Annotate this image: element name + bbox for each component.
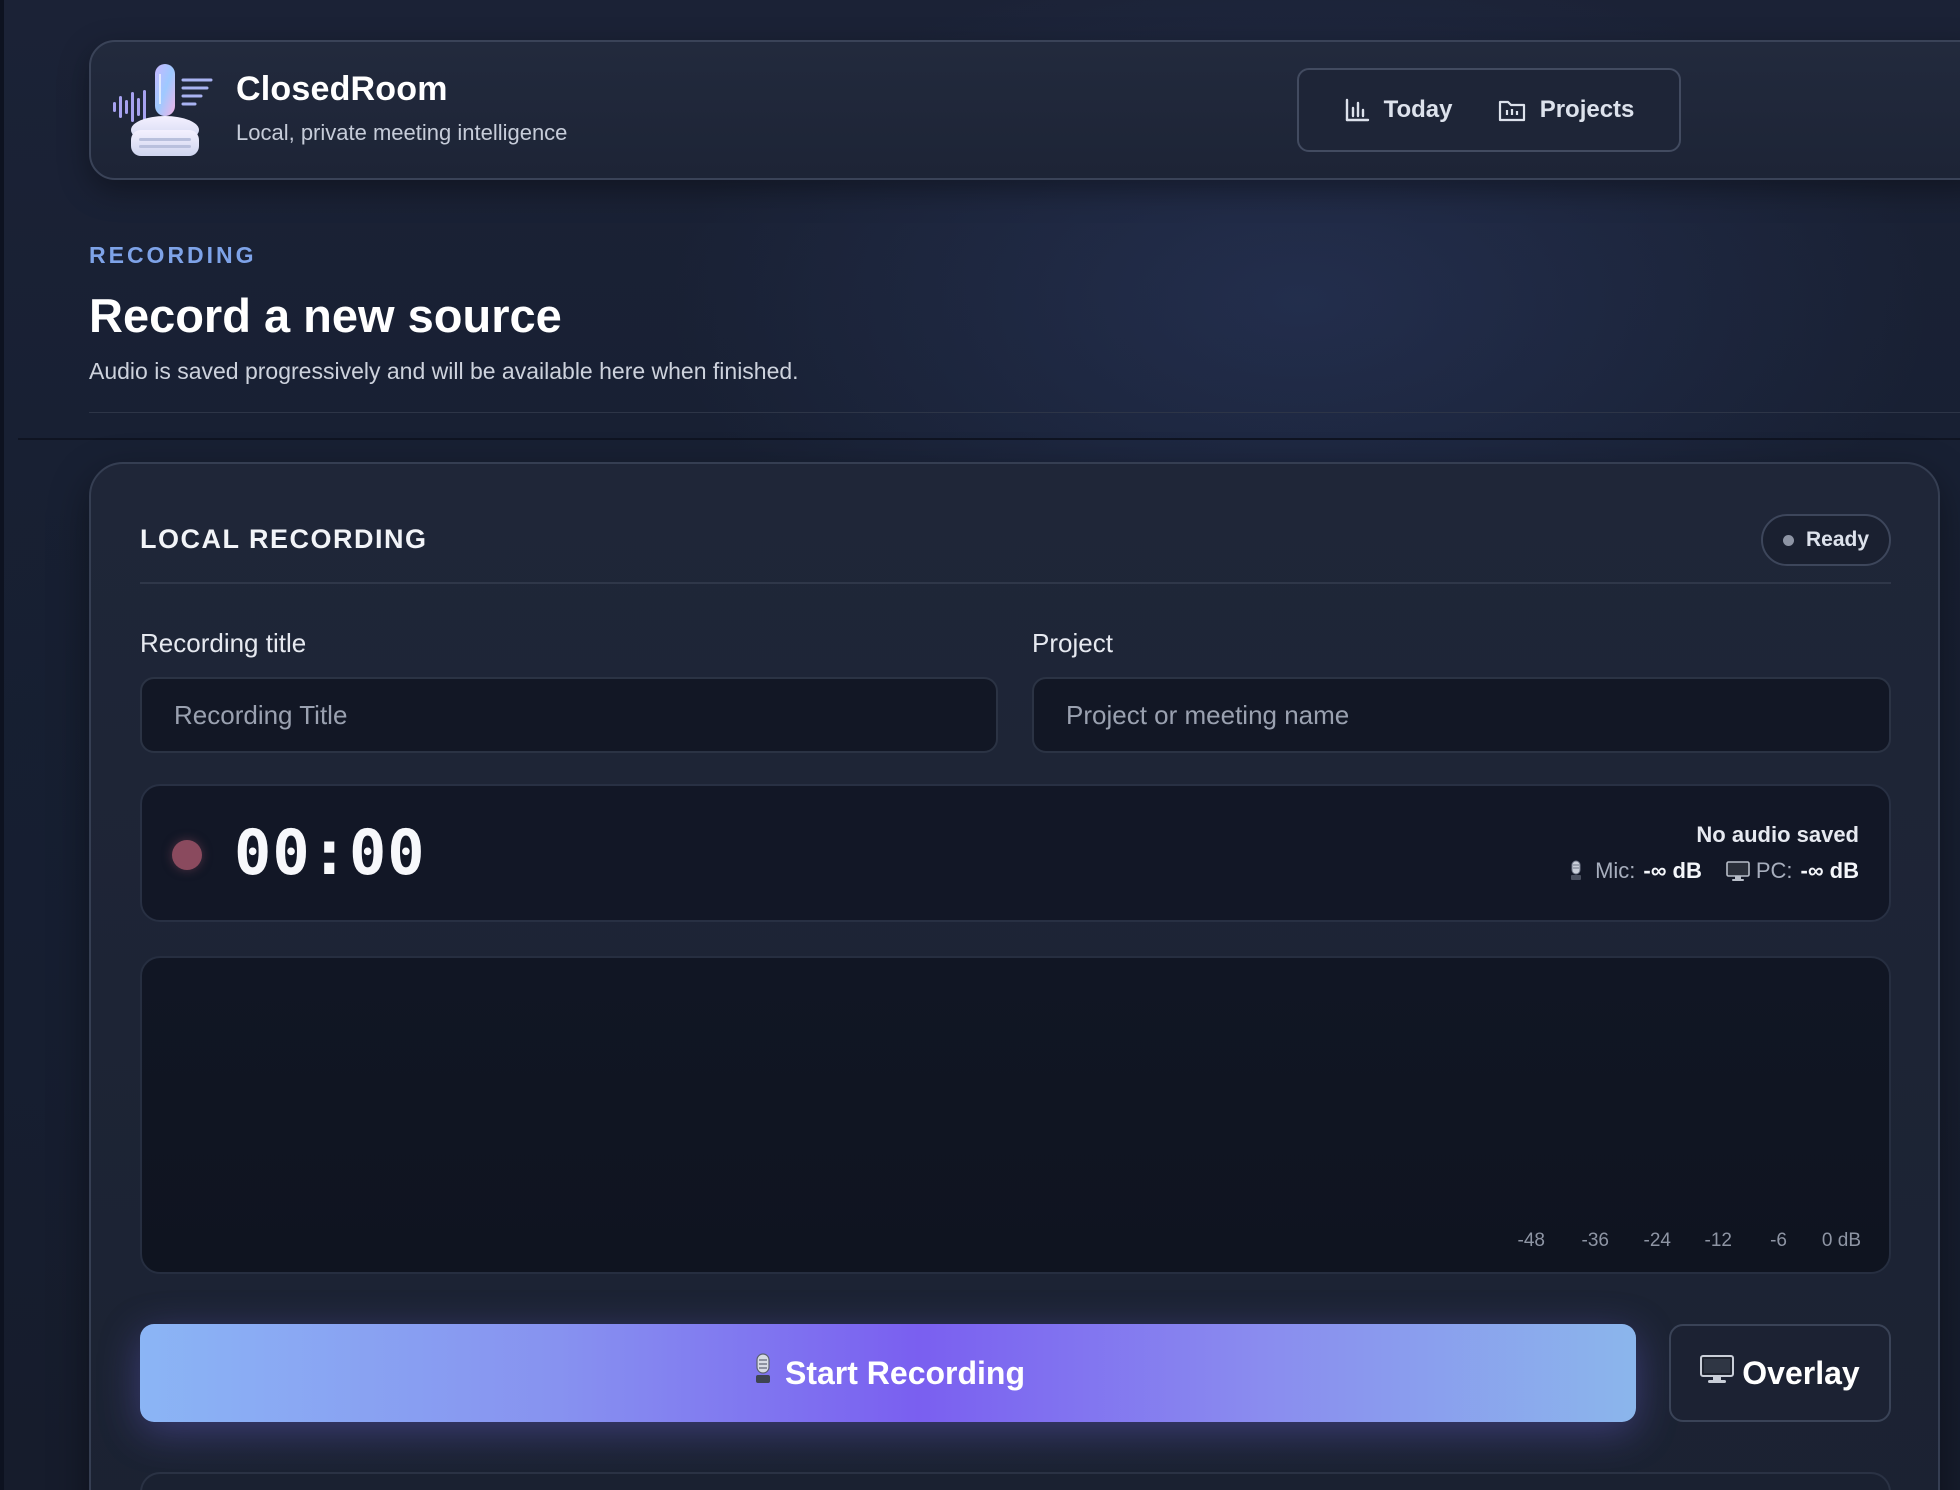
local-recording-card: LOCAL RECORDING Ready Recording title Pr… <box>89 462 1940 1490</box>
microphone-icon <box>751 1353 775 1393</box>
page-subtitle: Audio is saved progressively and will be… <box>89 358 799 384</box>
page-title: Record a new source <box>89 289 562 342</box>
project-label: Project <box>1032 628 1113 658</box>
app-tagline: Local, private meeting intelligence <box>236 120 568 145</box>
elapsed-timer: 00:00 <box>234 816 426 889</box>
microphone-logo-icon <box>113 62 233 162</box>
mic-level-label: Mic: <box>1595 858 1636 883</box>
level-meter-panel: -48 -36 -24 -12 -6 0 dB <box>140 956 1891 1274</box>
timer-panel: 00:00 No audio saved Mic: -∞ dB PC: -∞ d… <box>140 784 1891 922</box>
status-dot-icon <box>1782 534 1794 546</box>
recording-indicator-icon <box>172 840 202 870</box>
status-text: Ready <box>1805 528 1870 551</box>
recording-title-label: Recording title <box>140 628 307 658</box>
pc-level-value: -∞ dB <box>1800 858 1859 883</box>
heading-divider <box>89 412 1960 413</box>
nav-projects-label: Projects <box>1539 96 1635 123</box>
section-divider <box>18 438 1960 440</box>
status-badge: Ready <box>1761 514 1891 566</box>
db-scale-tick: 0 dB <box>1821 1230 1861 1251</box>
db-scale-tick: -48 <box>1517 1230 1545 1251</box>
next-section-panel <box>140 1472 1891 1490</box>
pc-level-label: PC: <box>1755 858 1793 883</box>
db-scale-tick: -12 <box>1704 1230 1732 1251</box>
nav-today[interactable]: Today <box>1344 96 1453 124</box>
monitor-icon <box>1700 1354 1735 1392</box>
bar-chart-icon <box>1344 97 1370 123</box>
project-input[interactable] <box>1032 677 1891 753</box>
db-scale-tick: -24 <box>1643 1230 1671 1251</box>
app-header: ClosedRoom Local, private meeting intell… <box>89 40 1960 180</box>
mic-level-value: -∞ dB <box>1643 858 1702 883</box>
card-title: LOCAL RECORDING <box>140 524 428 554</box>
db-scale-tick: -6 <box>1770 1230 1787 1251</box>
recording-title-input[interactable] <box>140 677 998 753</box>
db-scale-tick: -36 <box>1581 1230 1609 1251</box>
overlay-label: Overlay <box>1742 1354 1860 1391</box>
main-nav: Today Projects <box>1297 68 1681 152</box>
start-recording-button[interactable]: Start Recording <box>140 1324 1636 1422</box>
audio-saved-status: No audio saved <box>1696 822 1859 847</box>
start-recording-label: Start Recording <box>784 1354 1026 1391</box>
app-name: ClosedRoom <box>236 70 448 108</box>
window-left-edge <box>0 0 4 1490</box>
overlay-button[interactable]: Overlay <box>1669 1324 1891 1422</box>
monitor-icon <box>1726 860 1750 882</box>
microphone-icon <box>1565 860 1587 882</box>
section-eyebrow: RECORDING <box>89 242 257 268</box>
nav-projects[interactable]: Projects <box>1498 96 1635 124</box>
db-scale: -48 -36 -24 -12 -6 0 dB <box>1511 1230 1861 1252</box>
card-divider <box>140 582 1891 584</box>
audio-levels: Mic: -∞ dB PC: -∞ dB <box>1565 858 1859 884</box>
folder-icon <box>1498 97 1526 123</box>
nav-today-label: Today <box>1383 96 1453 123</box>
